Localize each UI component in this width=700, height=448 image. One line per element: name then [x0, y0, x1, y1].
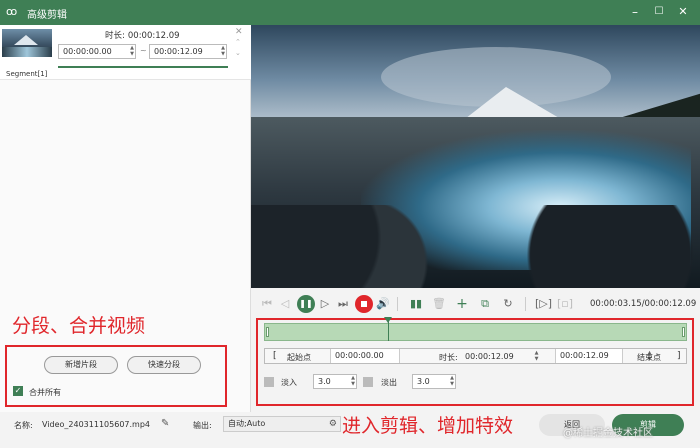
- trim-end-handle[interactable]: [682, 327, 685, 337]
- fade-in-label: 淡入: [281, 378, 297, 387]
- merge-all-checkbox[interactable]: ✓: [13, 386, 23, 396]
- watermark: @稀土掘金技术社区: [563, 428, 653, 439]
- fade-out-checkbox[interactable]: [363, 377, 373, 387]
- name-label: 名称:: [14, 421, 33, 430]
- fade-in-input[interactable]: 3.0 ▲ ▼: [313, 374, 357, 389]
- output-label: 输出:: [193, 421, 212, 430]
- trim-row: [ 起始点 00:00:00.00 ▲ ▼ 时长: 00:00:12.09 00:…: [264, 348, 687, 364]
- segment-end-input[interactable]: 00:00:12.09 ▲ ▼: [149, 44, 227, 59]
- window-title: 高级剪辑: [27, 10, 67, 21]
- segment-thumbnail[interactable]: [2, 29, 52, 57]
- move-down-icon[interactable]: ⌄: [235, 49, 241, 57]
- split-icon[interactable]: ▮▮: [408, 296, 424, 312]
- remove-segment-icon[interactable]: ✕: [235, 27, 243, 37]
- fade-in-stepper-icon[interactable]: ▲ ▼: [351, 375, 355, 387]
- output-select[interactable]: 自动;Auto ⚙: [223, 416, 341, 432]
- rabbit-logo-icon: ꝏ: [6, 5, 18, 18]
- segment-label: Segment[1]: [6, 70, 48, 78]
- close-button[interactable]: ✕: [674, 4, 692, 20]
- trim-start-handle[interactable]: [266, 327, 269, 337]
- end-bracket-icon[interactable]: ]: [677, 351, 681, 361]
- gear-icon[interactable]: ⚙: [329, 417, 337, 431]
- delete-icon[interactable]: 🗑: [431, 296, 447, 312]
- move-up-icon[interactable]: ⌃: [235, 38, 241, 46]
- copy-icon[interactable]: ⧉: [477, 296, 493, 312]
- step-forward-icon[interactable]: ▷: [317, 296, 333, 312]
- fade-out-stepper-icon[interactable]: ▲ ▼: [450, 375, 454, 387]
- timeline-track[interactable]: [264, 323, 687, 341]
- segment-duration: 时长: 00:00:12.09: [105, 31, 180, 41]
- merge-all-label: 合并所有: [29, 388, 61, 397]
- fade-out-label: 淡出: [381, 378, 397, 387]
- segment-range-bar: [58, 66, 228, 68]
- edit-name-icon[interactable]: ✎: [161, 418, 169, 429]
- range-separator: ~: [140, 46, 147, 55]
- divider: [397, 297, 398, 311]
- start-stepper-icon[interactable]: ▲ ▼: [130, 45, 134, 57]
- playback-timecode: 00:00:03.15/00:00:12.09: [590, 299, 697, 309]
- video-preview[interactable]: [251, 25, 700, 288]
- duration-value: 00:00:12.09: [465, 352, 514, 361]
- end-point-label: 结束点: [637, 353, 661, 362]
- annotation-split-merge: 分段、合并视频: [12, 315, 146, 337]
- add-icon[interactable]: +: [454, 296, 470, 312]
- divider: [525, 297, 526, 311]
- playhead-marker-icon[interactable]: [384, 317, 392, 323]
- step-back-icon[interactable]: ◁: [277, 296, 293, 312]
- mark-out-icon[interactable]: [▫]: [557, 296, 573, 312]
- volume-icon[interactable]: 🔊: [375, 296, 391, 312]
- new-segment-button[interactable]: 新增片段: [44, 356, 118, 374]
- quick-split-button[interactable]: 快速分段: [127, 356, 201, 374]
- end-stepper-icon[interactable]: ▲ ▼: [221, 45, 225, 57]
- start-point-label: 起始点: [287, 353, 311, 362]
- fade-out-input[interactable]: 3.0 ▲ ▼: [412, 374, 456, 389]
- annotation-edit-effects: 进入剪辑、增加特效: [342, 415, 514, 437]
- pause-button[interactable]: ❚❚: [297, 295, 315, 313]
- maximize-button[interactable]: ☐: [650, 4, 668, 20]
- stop-button[interactable]: [355, 295, 373, 313]
- segment-start-input[interactable]: 00:00:00.00 ▲ ▼: [58, 44, 136, 59]
- fade-in-checkbox[interactable]: [264, 377, 274, 387]
- start-bracket-icon[interactable]: [: [273, 351, 277, 361]
- file-name: Video_240311105607.mp4: [42, 420, 150, 429]
- reset-icon[interactable]: ↻: [500, 296, 516, 312]
- skip-start-icon[interactable]: ⏮: [259, 296, 275, 312]
- minimize-button[interactable]: –: [626, 4, 644, 20]
- end-point-input[interactable]: 00:00:12.09: [555, 349, 623, 363]
- mark-in-icon[interactable]: [▷]: [535, 296, 552, 312]
- segment-card[interactable]: Segment[1] 时长: 00:00:12.09 00:00:00.00 ▲ ▼…: [0, 25, 251, 80]
- skip-end-icon[interactable]: ⏭: [335, 296, 351, 312]
- title-bar: ꝏ 高级剪辑 – ☐ ✕: [0, 0, 700, 25]
- duration-label: 时长:: [439, 353, 458, 362]
